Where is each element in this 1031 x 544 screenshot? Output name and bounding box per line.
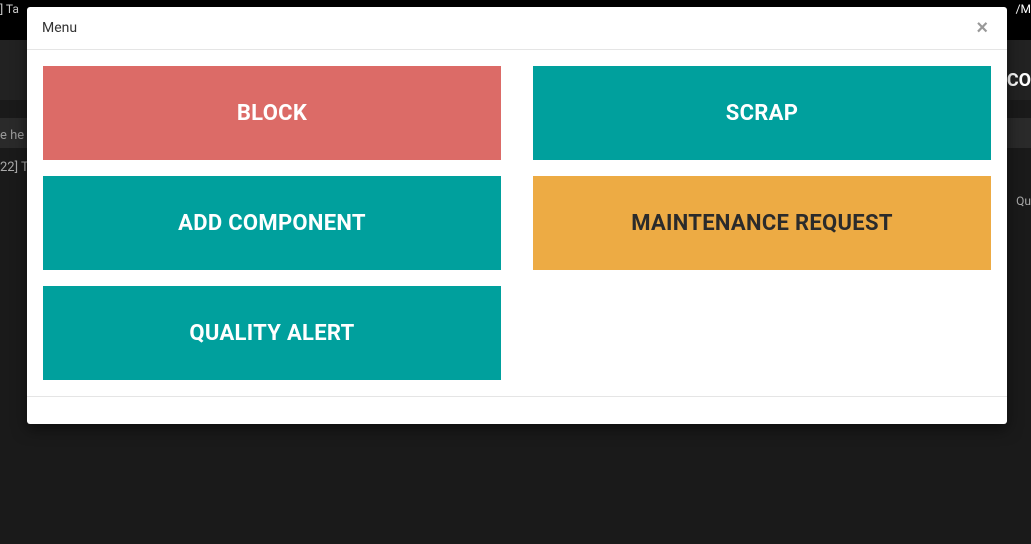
bg-top-right-text: /M [1016, 2, 1031, 16]
close-button[interactable]: × [972, 18, 992, 38]
maintenance-request-label: MAINTENANCE REQUEST [631, 211, 893, 236]
maintenance-request-button[interactable]: MAINTENANCE REQUEST [533, 176, 991, 270]
bg-row2-right-text: CO [1007, 70, 1031, 91]
menu-modal: Menu × BLOCK SCRAP ADD COMPONENT MAINTEN… [27, 7, 1007, 424]
add-component-label: ADD COMPONENT [178, 211, 366, 236]
bg-top-left-text: ] Ta [0, 2, 19, 16]
bg-row3-left-text: e he [0, 128, 24, 143]
scrap-button[interactable]: SCRAP [533, 66, 991, 160]
quality-alert-label: QUALITY ALERT [189, 321, 354, 346]
modal-footer [27, 396, 1007, 424]
add-component-button[interactable]: ADD COMPONENT [43, 176, 501, 270]
block-button[interactable]: BLOCK [43, 66, 501, 160]
close-icon: × [976, 17, 988, 39]
block-label: BLOCK [237, 101, 307, 126]
modal-header: Menu × [27, 7, 1007, 50]
modal-title: Menu [42, 20, 77, 36]
bg-row4-left-text: 22] T [0, 160, 29, 175]
bg-row4-right-text: Qu [1016, 194, 1031, 208]
scrap-label: SCRAP [726, 101, 799, 126]
modal-body: BLOCK SCRAP ADD COMPONENT MAINTENANCE RE… [27, 50, 1007, 396]
quality-alert-button[interactable]: QUALITY ALERT [43, 286, 501, 380]
